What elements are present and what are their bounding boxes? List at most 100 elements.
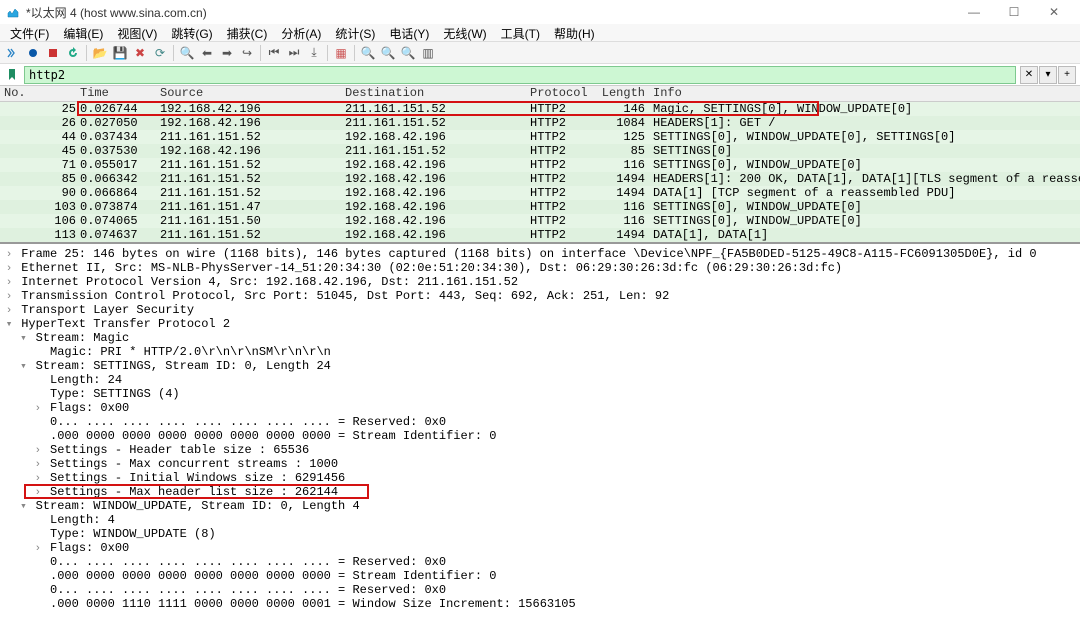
menu-stats[interactable]: 统计(S) [329,24,381,41]
col-no[interactable]: No. [0,86,80,101]
packet-list-pane[interactable]: 250.026744192.168.42.196211.161.151.52HT… [0,102,1080,244]
filter-add-button[interactable]: + [1058,66,1076,84]
detail-line[interactable]: › Flags: 0x00 [4,401,1076,415]
filter-bookmark-icon[interactable] [4,67,20,83]
close-file-icon[interactable]: ✖ [131,44,149,62]
packet-row[interactable]: 900.066864211.161.151.52192.168.42.196HT… [0,186,1080,200]
detail-line[interactable]: .000 0000 0000 0000 0000 0000 0000 0000 … [4,429,1076,443]
packet-row[interactable]: 1060.074065211.161.151.50192.168.42.196H… [0,214,1080,228]
detail-line[interactable]: › Settings - Max concurrent streams : 10… [4,457,1076,471]
detail-line[interactable]: .000 0000 1110 1111 0000 0000 0000 0001 … [4,597,1076,611]
packet-row[interactable]: 1130.074637211.161.151.52192.168.42.196H… [0,228,1080,242]
filter-apply-button[interactable]: ▾ [1039,66,1057,84]
open-icon[interactable]: 📂 [91,44,109,62]
restart-icon[interactable] [64,44,82,62]
detail-line[interactable]: › Settings - Max header list size : 2621… [4,485,1076,499]
menu-wireless[interactable]: 无线(W) [437,24,492,41]
menu-analyze[interactable]: 分析(A) [275,24,327,41]
detail-line[interactable]: › Internet Protocol Version 4, Src: 192.… [4,275,1076,289]
detail-line[interactable]: › Transmission Control Protocol, Src Por… [4,289,1076,303]
expand-caret-icon[interactable]: › [4,262,14,276]
menu-view[interactable]: 视图(V) [111,24,163,41]
expand-caret-icon[interactable]: › [33,444,43,458]
expand-caret-icon[interactable]: › [4,304,14,318]
detail-line[interactable]: 0... .... .... .... .... .... .... .... … [4,555,1076,569]
expand-caret-icon[interactable]: › [33,542,43,556]
detail-line[interactable]: ▾ Stream: Magic [4,331,1076,345]
menu-file[interactable]: 文件(F) [4,24,55,41]
detail-line[interactable]: ▾ Stream: WINDOW_UPDATE, Stream ID: 0, L… [4,499,1076,513]
menu-jump[interactable]: 跳转(G) [165,24,218,41]
expand-caret-icon[interactable]: › [33,402,43,416]
zoom-out-icon[interactable]: 🔍 [379,44,397,62]
packet-details-pane[interactable]: › Frame 25: 146 bytes on wire (1168 bits… [0,244,1080,615]
expand-caret-icon[interactable]: › [4,290,14,304]
expand-caret-icon[interactable]: › [33,472,43,486]
detail-line[interactable]: › Settings - Header table size : 65536 [4,443,1076,457]
autoscroll-icon[interactable]: ⤓ [305,44,323,62]
save-icon[interactable]: 💾 [111,44,129,62]
capture-start-icon[interactable] [4,44,22,62]
capture-options-icon[interactable] [24,44,42,62]
detail-line[interactable]: Type: SETTINGS (4) [4,387,1076,401]
col-protocol[interactable]: Protocol [530,86,600,101]
collapse-caret-icon[interactable]: ▾ [18,500,28,514]
detail-text: Flags: 0x00 [43,401,129,415]
menu-tools[interactable]: 工具(T) [495,24,546,41]
col-source[interactable]: Source [160,86,345,101]
packet-row[interactable]: 260.027050192.168.42.196211.161.151.52HT… [0,116,1080,130]
col-info[interactable]: Info [645,86,1080,101]
packet-row[interactable]: 850.066342211.161.151.52192.168.42.196HT… [0,172,1080,186]
detail-line[interactable]: .000 0000 0000 0000 0000 0000 0000 0000 … [4,569,1076,583]
collapse-caret-icon[interactable]: ▾ [18,360,28,374]
collapse-caret-icon[interactable]: ▾ [18,332,28,346]
detail-line[interactable]: Type: WINDOW_UPDATE (8) [4,527,1076,541]
packet-row[interactable]: 450.037530192.168.42.196211.161.151.52HT… [0,144,1080,158]
detail-line[interactable]: 0... .... .... .... .... .... .... .... … [4,415,1076,429]
goto-icon[interactable]: ↪ [238,44,256,62]
detail-line[interactable]: 0... .... .... .... .... .... .... .... … [4,583,1076,597]
detail-line[interactable]: ▾ Stream: SETTINGS, Stream ID: 0, Length… [4,359,1076,373]
packet-row[interactable]: 710.055017211.161.151.52192.168.42.196HT… [0,158,1080,172]
last-packet-icon[interactable]: ⏭ [285,44,303,62]
display-filter-input[interactable] [24,66,1016,84]
detail-line[interactable]: Length: 4 [4,513,1076,527]
first-packet-icon[interactable]: ⏮ [265,44,283,62]
expand-caret-icon[interactable]: › [33,486,43,500]
detail-line[interactable]: › Settings - Initial Windows size : 6291… [4,471,1076,485]
filter-clear-button[interactable]: ✕ [1020,66,1038,84]
maximize-button[interactable]: ☐ [994,0,1034,24]
colorize-icon[interactable]: ▦ [332,44,350,62]
detail-line[interactable]: › Flags: 0x00 [4,541,1076,555]
expand-caret-icon[interactable]: › [4,276,14,290]
detail-line[interactable]: ▾ HyperText Transfer Protocol 2 [4,317,1076,331]
detail-line[interactable]: › Frame 25: 146 bytes on wire (1168 bits… [4,247,1076,261]
resize-columns-icon[interactable]: ▥ [419,44,437,62]
menu-edit[interactable]: 编辑(E) [57,24,109,41]
menu-capture[interactable]: 捕获(C) [221,24,274,41]
zoom-reset-icon[interactable]: 🔍 [399,44,417,62]
menu-help[interactable]: 帮助(H) [548,24,601,41]
next-icon[interactable]: ➡ [218,44,236,62]
detail-line[interactable]: Magic: PRI * HTTP/2.0\r\n\r\nSM\r\n\r\n [4,345,1076,359]
find-icon[interactable]: 🔍 [178,44,196,62]
packet-row[interactable]: 250.026744192.168.42.196211.161.151.52HT… [0,102,1080,116]
collapse-caret-icon[interactable]: ▾ [4,318,14,332]
zoom-in-icon[interactable]: 🔍 [359,44,377,62]
detail-line[interactable]: › Ethernet II, Src: MS-NLB-PhysServer-14… [4,261,1076,275]
expand-caret-icon[interactable]: › [4,248,14,262]
col-destination[interactable]: Destination [345,86,530,101]
menu-telephony[interactable]: 电话(Y) [383,24,435,41]
prev-icon[interactable]: ⬅ [198,44,216,62]
col-time[interactable]: Time [80,86,160,101]
reload-icon[interactable]: ⟳ [151,44,169,62]
packet-row[interactable]: 1030.073874211.161.151.47192.168.42.196H… [0,200,1080,214]
detail-line[interactable]: › Transport Layer Security [4,303,1076,317]
stop-icon[interactable] [44,44,62,62]
minimize-button[interactable]: — [954,0,994,24]
col-length[interactable]: Length [600,86,645,101]
detail-line[interactable]: Length: 24 [4,373,1076,387]
close-button[interactable]: ✕ [1034,0,1074,24]
packet-row[interactable]: 440.037434211.161.151.52192.168.42.196HT… [0,130,1080,144]
expand-caret-icon[interactable]: › [33,458,43,472]
